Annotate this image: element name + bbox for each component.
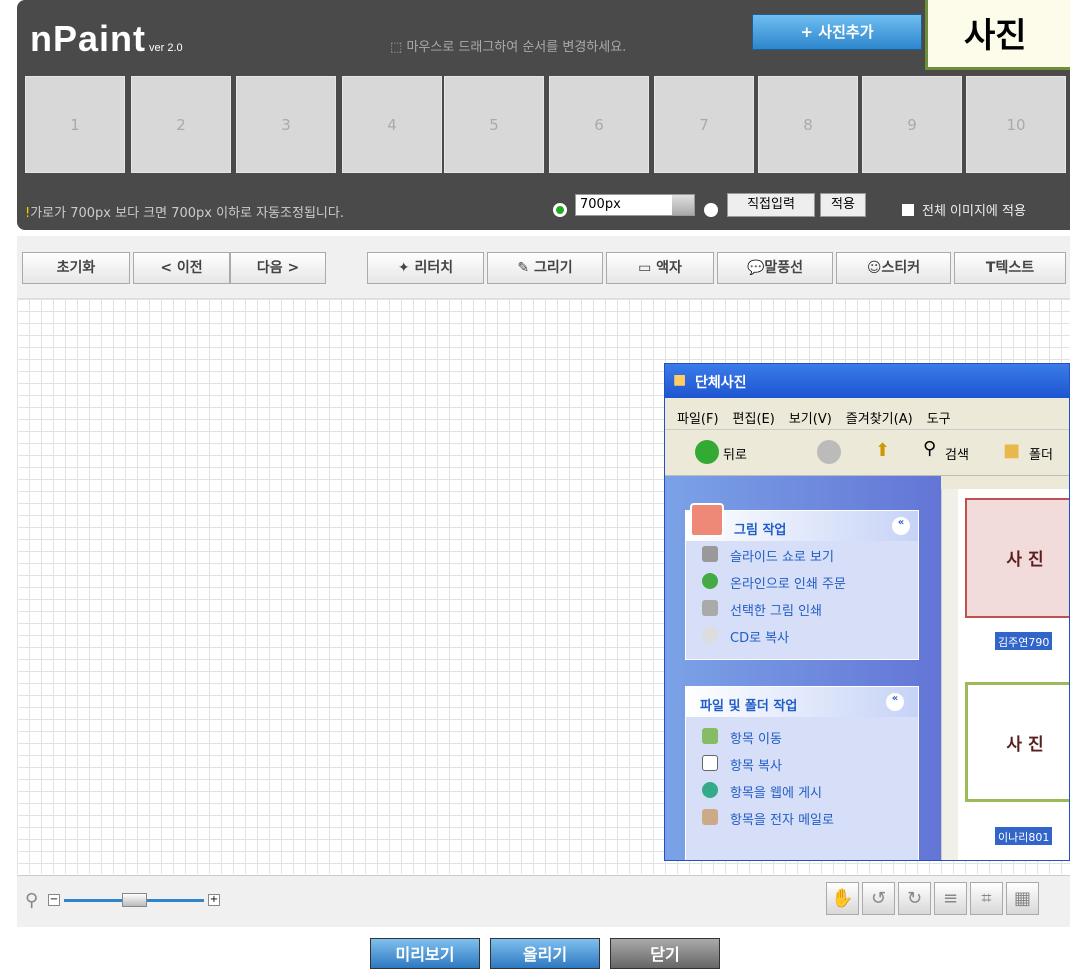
photo-slot-3[interactable]: 3	[236, 76, 336, 173]
magnifier-icon: ⚲	[25, 890, 39, 911]
move-icon	[702, 728, 718, 744]
sticker-button[interactable]: ☺스티커	[836, 252, 951, 284]
menu-bar: 파일(F) 편집(E) 보기(V) 즐겨찾기(A) 도구	[665, 398, 1069, 430]
file-tasks-box: 파일 및 폴더 작업 « 항목 이동 항목 복사 항목을 웹에 게시 항목을 전자…	[685, 686, 919, 860]
folder-icon: ■	[673, 372, 687, 388]
close-button[interactable]: 닫기	[610, 938, 720, 969]
smiley-icon: ☺	[866, 260, 882, 276]
zoom-in-icon[interactable]: +	[208, 894, 220, 906]
task-print-online: 온라인으로 인쇄 주문	[686, 568, 876, 595]
back-arrow-icon	[695, 440, 719, 464]
nav-bar: 뒤로 ⬆ ⚲ 검색 ■ 폴더	[665, 430, 1069, 476]
frame-button[interactable]: ▭ 액자	[606, 252, 714, 284]
size-preset-radio[interactable]	[553, 203, 567, 217]
draw-button[interactable]: ✎ 그리기	[487, 252, 603, 284]
explorer-window-image: ■ 단체사진 파일(F) 편집(E) 보기(V) 즐겨찾기(A) 도구 뒤로 ⬆ ⚲ 검색…	[664, 363, 1070, 861]
up-folder-icon: ⬆	[875, 440, 891, 461]
text-button[interactable]: T텍스트	[954, 252, 1066, 284]
apply-all-label: 전체 이미지에 적용	[922, 204, 1026, 219]
task-copy-cd: CD로 복사	[686, 622, 918, 649]
drag-hint: ⬚ 마우스로 드래그하여 순서를 변경하세요.	[390, 40, 627, 55]
next-button[interactable]: 다음 >	[230, 252, 326, 284]
window-title: ■ 단체사진	[665, 364, 1069, 398]
slide-title: 사진	[925, 0, 1070, 70]
photo-slot-7[interactable]: 7	[654, 76, 754, 173]
speech-bubble-icon: 💬	[746, 260, 765, 276]
collapse-icon: «	[892, 517, 910, 535]
drag-icon: ⬚	[390, 40, 403, 55]
photo-slot-6[interactable]: 6	[549, 76, 649, 173]
resize-notice: !가로가 700px 보다 크면 700px 이하로 자동조정됩니다.	[25, 206, 344, 221]
task-pane: 그림 작업 « 슬라이드 쇼로 보기 온라인으로 인쇄 주문 선택한 그림 인쇄 …	[665, 476, 941, 860]
folders-label: 폴더	[1029, 448, 1053, 463]
picture-icon	[690, 503, 724, 537]
photo-slot-10[interactable]: 10	[966, 76, 1066, 173]
collapse-icon: «	[886, 693, 904, 711]
email-icon	[702, 809, 718, 825]
task-email: 항목을 전자 메일로	[686, 804, 918, 831]
search-label: 검색	[945, 448, 969, 463]
retouch-button[interactable]: ✦ 리터치	[367, 252, 484, 284]
magic-wand-icon: ✦	[397, 260, 410, 276]
picture-tasks-header: 그림 작업 «	[686, 503, 918, 541]
photo-slot-4[interactable]: 4	[342, 76, 442, 173]
preview-button[interactable]: 미리보기	[370, 938, 480, 969]
direct-input-field[interactable]: 직접입력	[727, 193, 815, 217]
apply-all-checkbox[interactable]	[902, 204, 914, 216]
hand-icon[interactable]: ✋	[826, 882, 859, 915]
slideshow-icon	[702, 546, 718, 562]
chevron-down-icon	[672, 195, 694, 215]
photo-slot-2[interactable]: 2	[131, 76, 231, 173]
task-copy: 항목 복사	[686, 750, 918, 777]
size-select[interactable]: 700px	[575, 194, 695, 216]
photo-slot-1[interactable]: 1	[25, 76, 125, 173]
rotate-right-icon[interactable]: ↻	[898, 882, 931, 915]
prev-button[interactable]: < 이전	[133, 252, 230, 284]
task-move: 항목 이동	[686, 723, 918, 750]
flip-icon[interactable]: ≡	[934, 882, 967, 915]
file-tasks-header: 파일 및 폴더 작업 «	[686, 687, 918, 717]
apply-button[interactable]: 적용	[820, 193, 866, 217]
add-photo-button[interactable]: + 사진추가	[752, 14, 922, 50]
direct-input-radio[interactable]	[704, 203, 718, 217]
brush-icon: ✎	[517, 260, 530, 276]
reset-button[interactable]: 초기화	[22, 252, 130, 284]
task-print-selected: 선택한 그림 인쇄	[686, 595, 918, 622]
menu-favorites: 즐겨찾기(A)	[845, 412, 913, 427]
menu-edit: 편집(E)	[732, 412, 775, 427]
scrollbar	[941, 489, 958, 860]
cd-icon	[702, 627, 718, 643]
menu-file: 파일(F)	[677, 412, 719, 427]
zoom-slider-thumb[interactable]	[122, 893, 147, 907]
mosaic-icon[interactable]: ▦	[1006, 882, 1039, 915]
photo-slot-5[interactable]: 5	[444, 76, 544, 173]
search-icon: ⚲	[923, 438, 937, 459]
photo-thumbnail-2: 사 진	[965, 682, 1069, 802]
app-logo: nPaint ver 2.0	[30, 18, 183, 59]
globe-icon	[702, 573, 718, 589]
menu-tools: 도구	[926, 412, 951, 427]
rotate-left-icon[interactable]: ↺	[862, 882, 895, 915]
photo-slot-8[interactable]: 8	[758, 76, 858, 173]
photo-caption-2: 이나리801	[995, 827, 1053, 845]
speech-bubble-button[interactable]: 💬말풍선	[717, 252, 833, 284]
copy-icon	[702, 755, 718, 771]
task-slideshow: 슬라이드 쇼로 보기	[686, 541, 918, 568]
menu-view: 보기(V)	[788, 412, 832, 427]
photo-caption-1: 김주연790	[995, 632, 1053, 650]
frame-icon: ▭	[638, 260, 652, 276]
crop-icon[interactable]: ⌗	[970, 882, 1003, 915]
zoom-out-icon[interactable]: −	[48, 894, 60, 906]
upload-button[interactable]: 올리기	[490, 938, 600, 969]
web-icon	[702, 782, 718, 798]
task-publish-web: 항목을 웹에 게시	[686, 777, 918, 804]
printer-icon	[702, 600, 718, 616]
back-label: 뒤로	[723, 448, 747, 463]
picture-tasks-box: 그림 작업 « 슬라이드 쇼로 보기 온라인으로 인쇄 주문 선택한 그림 인쇄 …	[685, 503, 919, 660]
folders-icon: ■	[1003, 440, 1021, 461]
forward-arrow-icon	[817, 440, 841, 464]
photo-thumbnail-1: 사 진	[965, 498, 1069, 618]
photo-slot-9[interactable]: 9	[862, 76, 962, 173]
